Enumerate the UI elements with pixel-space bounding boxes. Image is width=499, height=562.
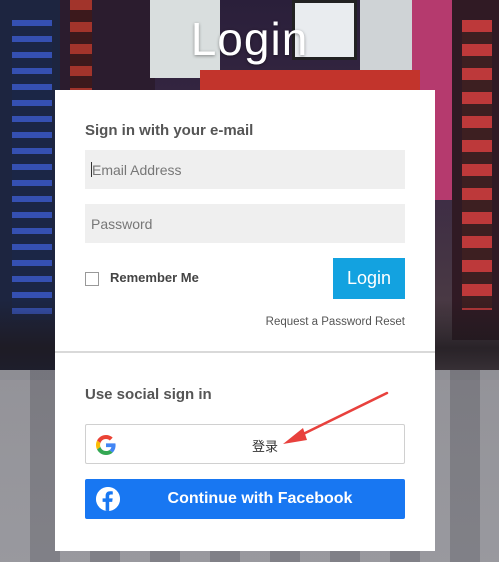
email-section-heading: Sign in with your e-mail bbox=[85, 122, 254, 139]
password-placeholder: Password bbox=[91, 215, 153, 232]
email-placeholder: Email Address bbox=[92, 161, 182, 178]
social-section-heading: Use social sign in bbox=[85, 386, 212, 403]
remember-me-checkbox[interactable] bbox=[85, 272, 99, 286]
facebook-button-label: Continue with Facebook bbox=[167, 490, 353, 507]
red-arrow-icon bbox=[283, 391, 389, 444]
email-field[interactable]: Email Address bbox=[85, 150, 405, 189]
login-card: Sign in with your e-mail Email Address P… bbox=[55, 90, 435, 551]
password-field[interactable]: Password bbox=[85, 204, 405, 243]
section-divider bbox=[55, 351, 435, 353]
page-title: Login bbox=[190, 13, 309, 65]
remember-me-label[interactable]: Remember Me bbox=[110, 270, 199, 285]
login-button[interactable]: Login bbox=[333, 258, 405, 299]
password-reset-link[interactable]: Request a Password Reset bbox=[266, 316, 405, 328]
facebook-sign-in-button[interactable]: Continue with Facebook bbox=[85, 479, 405, 519]
